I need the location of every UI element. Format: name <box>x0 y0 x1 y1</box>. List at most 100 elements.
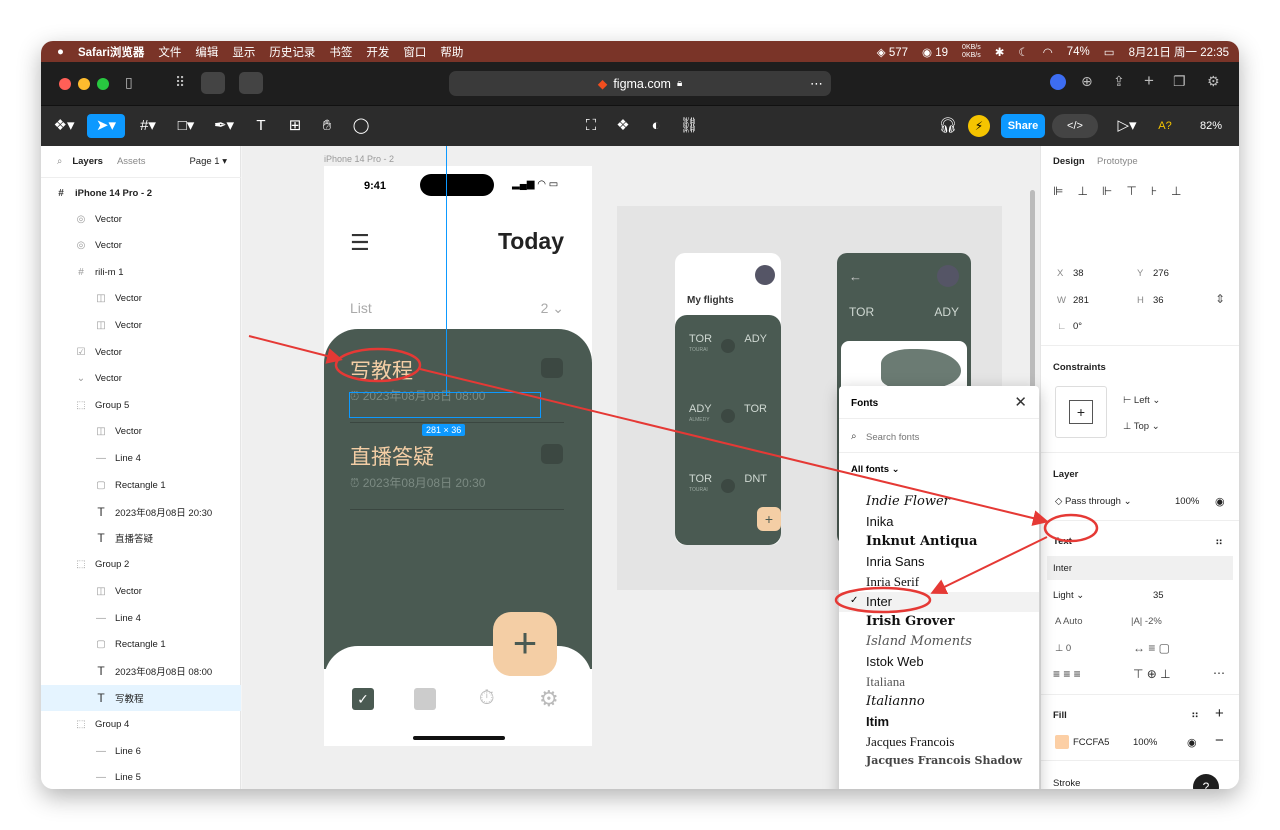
font-option[interactable]: Jacques Francois Shadow <box>839 752 1039 772</box>
layer-row[interactable]: ⌄ Vector <box>41 366 241 392</box>
lock-ratio-icon[interactable]: ⇕ <box>1215 292 1225 306</box>
frame-label[interactable]: iPhone 14 Pro - 2 <box>324 154 394 164</box>
font-option[interactable]: Inknut Antiqua <box>839 532 1039 552</box>
menu-edit[interactable]: 编辑 <box>195 44 218 60</box>
zoom-level[interactable]: 82% <box>1191 114 1231 138</box>
layer-row[interactable]: ◫ Vector <box>41 312 241 338</box>
layer-row[interactable]: T 写教程 <box>41 684 241 711</box>
tab-design[interactable]: Design <box>1053 156 1085 167</box>
layer-row[interactable]: ▢ Rectangle 1 <box>41 632 241 658</box>
more-text-options-icon[interactable]: ⋯ <box>1213 666 1225 680</box>
menu-file[interactable]: 文件 <box>158 44 181 60</box>
fill-opacity[interactable]: 100% <box>1133 737 1157 748</box>
line-height-field[interactable]: A Auto <box>1055 616 1082 627</box>
menu-view[interactable]: 显示 <box>232 44 255 60</box>
fill-hex[interactable]: FCCFA5 <box>1073 737 1109 748</box>
tab-prototype[interactable]: Prototype <box>1097 156 1138 167</box>
apple-icon[interactable]: ● <box>57 46 64 58</box>
datetime[interactable]: 8月21日 周一 22:35 <box>1129 44 1229 60</box>
move-tool-icon[interactable]: ➤▾ <box>87 114 125 138</box>
blend-mode-dropdown[interactable]: ◇ Pass through ⌄ <box>1055 496 1132 507</box>
menu-bookmarks[interactable]: 书签 <box>329 44 352 60</box>
avatar[interactable]: ⚡︎ <box>968 115 990 137</box>
frame-tool-icon[interactable]: #▾ <box>133 114 163 138</box>
font-option[interactable]: Jacques Francois <box>839 732 1039 752</box>
status-count-1[interactable]: ◈ 577 <box>877 45 908 59</box>
pen-tool-icon[interactable]: ✒▾ <box>209 114 239 138</box>
font-option[interactable]: Irish Grover <box>839 612 1039 632</box>
font-option[interactable]: Indie Flower <box>839 492 1039 512</box>
help-button[interactable]: ? <box>1193 774 1219 789</box>
extension-icon-2[interactable] <box>239 72 263 94</box>
x-value[interactable]: 38 <box>1073 268 1084 279</box>
layer-row[interactable]: — Line 4 <box>41 445 241 471</box>
vertical-align-icons[interactable]: ⊤ ⊕ ⊥ <box>1133 667 1171 681</box>
layer-row[interactable]: ◫ Vector <box>41 286 241 312</box>
font-size-value[interactable]: 35 <box>1153 590 1164 601</box>
menu-help[interactable]: 帮助 <box>440 44 463 60</box>
layer-row[interactable]: — Line 6 <box>41 738 241 764</box>
layer-row[interactable]: ◫ Vector <box>41 578 241 604</box>
font-option[interactable]: Inria Sans <box>839 552 1039 572</box>
font-filter-dropdown[interactable]: All fonts ⌄ <box>851 464 900 475</box>
tab-assets[interactable]: Assets <box>117 156 146 167</box>
constraint-widget[interactable]: + <box>1055 386 1107 438</box>
font-option[interactable]: Italiana <box>839 672 1039 692</box>
hand-tool-icon[interactable]: ✋︎ <box>315 114 339 138</box>
font-family-field[interactable]: Inter <box>1047 556 1233 580</box>
minimize-window-button[interactable] <box>78 78 90 90</box>
font-option[interactable]: Itim <box>839 712 1039 732</box>
fill-swatch[interactable] <box>1055 735 1069 749</box>
remove-fill-icon[interactable]: − <box>1215 732 1224 749</box>
resources-icon[interactable]: ⊞ <box>283 114 307 138</box>
tabs-overview-icon[interactable]: ❐ <box>1173 73 1186 90</box>
comment-tool-icon[interactable]: ◯ <box>349 114 373 138</box>
layer-row[interactable]: ⬚ Group 5 <box>41 392 241 418</box>
fill-visibility-icon[interactable]: ◉ <box>1187 736 1197 749</box>
grid-icon[interactable]: ⠿ <box>175 74 185 91</box>
layer-row[interactable]: — Line 4 <box>41 605 241 631</box>
y-value[interactable]: 276 <box>1153 268 1169 279</box>
settings-icon[interactable]: ⚙ <box>1207 73 1220 90</box>
headphones-icon[interactable]: 🎧︎ <box>936 114 960 138</box>
menu-window[interactable]: 窗口 <box>403 44 426 60</box>
moon-icon[interactable]: ☾ <box>1018 45 1028 59</box>
auto-width-icon[interactable]: ↔ ≡ ▢ <box>1133 641 1170 655</box>
font-option[interactable]: Italianno <box>839 692 1039 712</box>
ai-badge[interactable]: A? <box>1153 114 1177 138</box>
menu-develop[interactable]: 开发 <box>366 44 389 60</box>
text-styles-icon[interactable]: ⠶ <box>1215 535 1223 548</box>
constraint-horizontal[interactable]: ⊢ Left ⌄ <box>1123 395 1160 406</box>
new-tab-icon[interactable]: + <box>1144 71 1154 91</box>
present-icon[interactable]: ▷▾ <box>1115 114 1139 138</box>
add-fill-icon[interactable]: + <box>1215 705 1224 722</box>
sidebar-toggle-icon[interactable]: ▯ <box>125 74 133 91</box>
text-align-icons[interactable]: ≡ ≡ ≡ <box>1053 667 1081 681</box>
text-tool-icon[interactable]: T <box>249 114 273 138</box>
wifi-icon[interactable]: ◠ <box>1043 45 1053 59</box>
layer-row[interactable]: ⬚ Group 4 <box>41 711 241 737</box>
search-icon[interactable]: ⌕ <box>57 156 62 167</box>
zoom-window-button[interactable] <box>97 78 109 90</box>
menu-app-name[interactable]: Safari浏览器 <box>78 44 144 60</box>
more-icon[interactable]: ⋯ <box>810 76 823 92</box>
mask-icon[interactable]: ◐ <box>644 114 668 138</box>
layer-opacity[interactable]: 100% <box>1175 496 1199 507</box>
align-tools[interactable]: ⊫⊥⊩⊤⊦⊥ <box>1053 184 1196 198</box>
address-bar[interactable]: ◆ figma.com 🔒︎ ⋯ <box>449 71 831 96</box>
share-button[interactable]: Share <box>1001 114 1045 138</box>
fill-styles-icon[interactable]: ⠶ <box>1191 708 1199 721</box>
figma-menu-icon[interactable]: ❖▾ <box>51 114 77 138</box>
close-icon[interactable]: ✕ <box>1014 393 1027 411</box>
shape-tool-icon[interactable]: □▾ <box>171 114 201 138</box>
layer-row[interactable]: ⬚ Group 2 <box>41 552 241 578</box>
rotation-value[interactable]: 0° <box>1073 321 1082 332</box>
layer-row[interactable]: ◎ Vector <box>41 206 241 232</box>
wechat-count[interactable]: ◉ 19 <box>922 45 948 59</box>
constraint-vertical[interactable]: ⊥ Top ⌄ <box>1123 421 1160 432</box>
dev-mode-toggle[interactable]: </> <box>1052 114 1098 138</box>
h-value[interactable]: 36 <box>1153 295 1164 306</box>
crop-icon[interactable]: ⛶ <box>579 114 603 138</box>
layer-row[interactable]: ▢ Rectangle 1 <box>41 472 241 498</box>
frame-layer[interactable]: # iPhone 14 Pro - 2 <box>41 180 241 206</box>
